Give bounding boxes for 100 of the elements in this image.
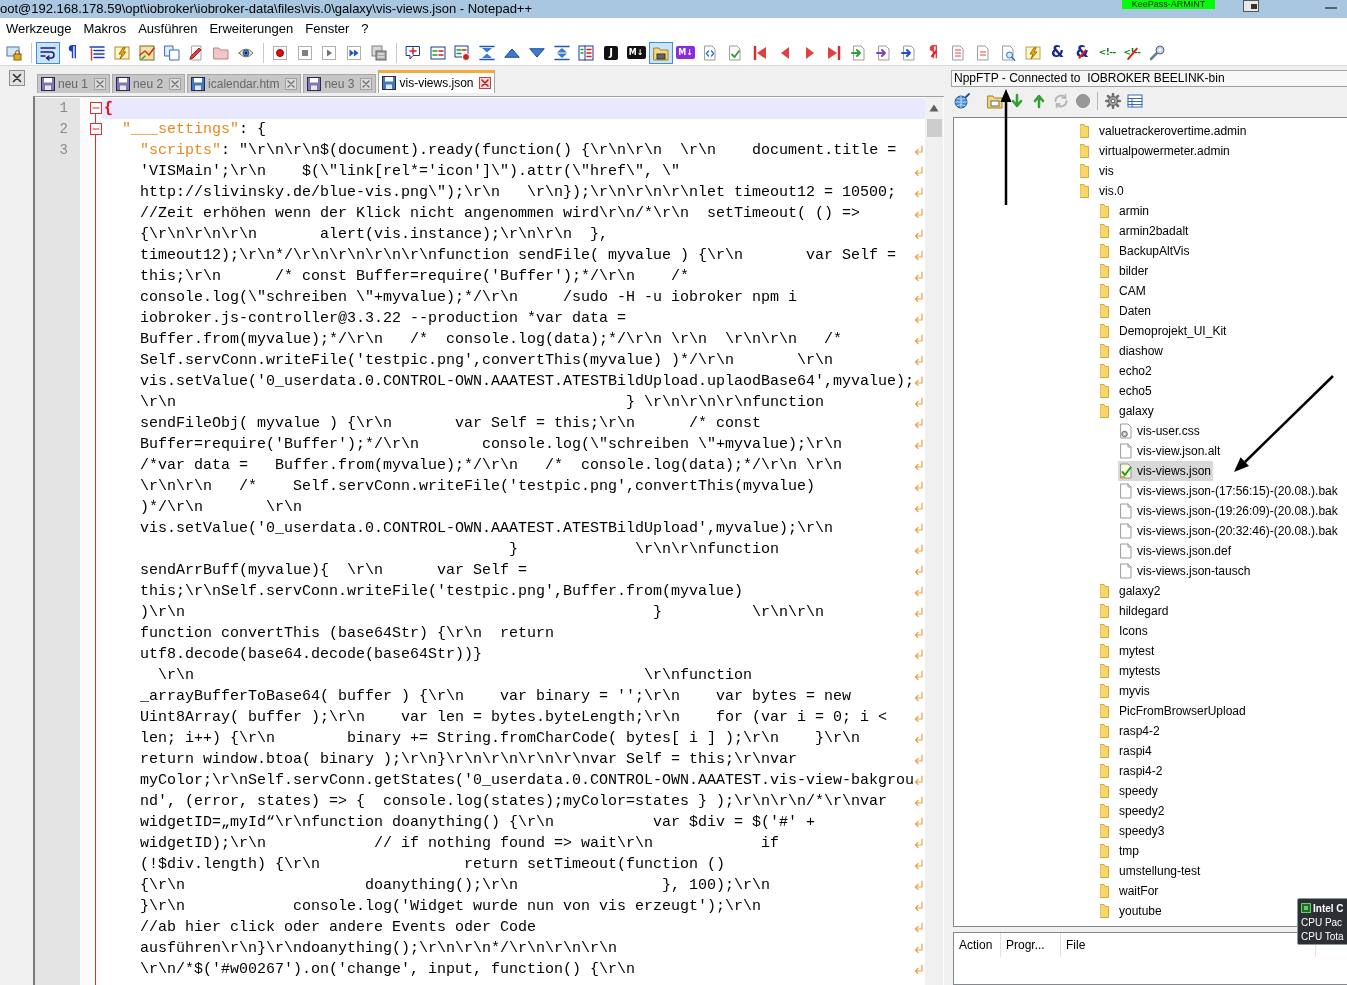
tree-item[interactable]: raspi4 bbox=[1098, 741, 1154, 761]
wrench-icon[interactable] bbox=[1148, 44, 1165, 61]
checked-document-icon[interactable] bbox=[727, 44, 744, 61]
close-icon[interactable] bbox=[9, 70, 25, 86]
play-icon[interactable] bbox=[321, 44, 338, 61]
toolbar-button[interactable]: J bbox=[604, 45, 619, 60]
indent-lines-icon[interactable] bbox=[89, 44, 106, 61]
arrow-document-icon[interactable] bbox=[876, 44, 892, 61]
pencil-document-icon[interactable] bbox=[188, 44, 205, 61]
arrow-document-icon[interactable] bbox=[900, 44, 917, 61]
toolbar-button[interactable]: & bbox=[1051, 45, 1065, 60]
tree-item[interactable]: virtualpowermeter.admin bbox=[1078, 141, 1232, 161]
tree-item[interactable]: CAM bbox=[1098, 281, 1148, 301]
panel-icon[interactable] bbox=[578, 44, 595, 61]
toolbar-button[interactable]: M↓ bbox=[626, 46, 646, 59]
skip-back-icon[interactable] bbox=[752, 44, 768, 61]
tree-item[interactable]: vis-views.json-(17:56:15)-(20.08.).bak bbox=[1118, 481, 1340, 501]
menu-item[interactable]: Makros bbox=[77, 19, 133, 39]
vertical-scrollbar[interactable] bbox=[925, 97, 943, 985]
tree-item[interactable]: echo5 bbox=[1098, 381, 1154, 401]
globe-icon[interactable] bbox=[954, 93, 970, 109]
skip-forward-icon[interactable] bbox=[826, 44, 843, 61]
tree-item[interactable]: Daten bbox=[1098, 301, 1154, 321]
lightning-window-icon[interactable] bbox=[1024, 44, 1041, 61]
tree-item[interactable]: vis-views.json bbox=[1118, 461, 1213, 481]
window-icon[interactable] bbox=[1243, 0, 1259, 12]
scrollbar-thumb[interactable] bbox=[926, 119, 942, 137]
tree-item[interactable]: vis-views.json-(20:32:46)-(20.08.).bak bbox=[1118, 521, 1340, 541]
tree-item[interactable]: diashow bbox=[1098, 341, 1166, 361]
tree-item[interactable]: hildegard bbox=[1098, 601, 1171, 621]
tree-item[interactable]: rasp4-2 bbox=[1098, 721, 1162, 741]
columns-remove-icon[interactable] bbox=[454, 44, 471, 61]
tree-item[interactable]: tmp bbox=[1098, 841, 1141, 861]
tree-item[interactable]: vis.0 bbox=[1078, 181, 1126, 201]
tree-item[interactable]: speedy2 bbox=[1098, 801, 1167, 821]
tree-item[interactable]: vis-user.css bbox=[1118, 421, 1202, 441]
toolbar-button[interactable]: M↓ bbox=[676, 46, 696, 59]
tree-item[interactable]: mytest bbox=[1098, 641, 1157, 661]
menu-item[interactable]: Erweiterungen bbox=[203, 19, 300, 39]
code-line: Self.servConn.writeFile('testpic.png',convertThis(myvalue) )*/\r\n \r\n bbox=[140, 351, 834, 371]
tree-item[interactable]: galaxy bbox=[1098, 401, 1156, 421]
column-header[interactable]: Progr... bbox=[1001, 933, 1061, 957]
stacked-windows-icon[interactable] bbox=[371, 44, 388, 61]
column-header[interactable]: Action bbox=[954, 933, 1001, 957]
arrow-up-icon[interactable] bbox=[1031, 93, 1047, 109]
tree-item[interactable]: armin2badalt bbox=[1098, 221, 1191, 241]
close-icon[interactable] bbox=[479, 77, 492, 89]
expand-icon[interactable] bbox=[553, 44, 570, 61]
tree-item[interactable]: vis bbox=[1078, 161, 1116, 181]
tree-item[interactable]: PicFromBrowserUpload bbox=[1098, 701, 1248, 721]
record-icon[interactable] bbox=[271, 44, 288, 61]
menu-item[interactable]: Fenster bbox=[299, 19, 356, 39]
tree-item[interactable]: umstellung-test bbox=[1098, 861, 1203, 881]
arrow-document-icon[interactable] bbox=[851, 44, 868, 61]
tree-item[interactable]: Demoprojekt_UI_Kit bbox=[1098, 321, 1229, 341]
stop-icon[interactable] bbox=[296, 44, 313, 61]
arrow-down-icon[interactable] bbox=[1009, 93, 1025, 109]
tab[interactable]: neu 2 bbox=[112, 74, 186, 93]
tree-item[interactable]: echo2 bbox=[1098, 361, 1154, 381]
columns-icon[interactable] bbox=[429, 44, 446, 61]
menu-item[interactable]: ? bbox=[355, 19, 375, 39]
tree-item[interactable]: valuetrackerovertime.admin bbox=[1078, 121, 1249, 141]
tree-item[interactable]: vis-views.json.def bbox=[1118, 541, 1234, 561]
triangle-up-icon[interactable] bbox=[929, 104, 939, 112]
tree-item[interactable]: speedy3 bbox=[1098, 821, 1167, 841]
lock-window-icon[interactable] bbox=[5, 44, 22, 61]
folder-icon[interactable] bbox=[987, 93, 1003, 109]
fold-minus-icon[interactable] bbox=[90, 123, 102, 135]
tree-item[interactable]: vis-view.json.alt bbox=[1118, 441, 1223, 461]
tab[interactable]: neu 3 bbox=[303, 74, 377, 93]
tree-item[interactable]: speedy bbox=[1098, 781, 1160, 801]
menu-item[interactable]: Ausführen bbox=[132, 19, 204, 39]
lightning-window-icon[interactable] bbox=[114, 44, 131, 61]
tree-item[interactable]: vis-views.json-tausch bbox=[1118, 561, 1253, 581]
code-document-icon[interactable] bbox=[702, 44, 719, 61]
fast-forward-icon[interactable] bbox=[346, 44, 363, 61]
documents-icon[interactable] bbox=[163, 44, 180, 61]
settings-icon[interactable] bbox=[1105, 93, 1121, 109]
toolbar-button[interactable]: ¶ bbox=[67, 45, 78, 60]
table-icon[interactable] bbox=[1127, 93, 1143, 109]
tree-item[interactable]: BackupAltVis bbox=[1098, 241, 1192, 261]
tree-item[interactable]: armin bbox=[1098, 201, 1151, 221]
map-icon[interactable] bbox=[138, 44, 155, 61]
toolbar-button[interactable]: <!-- bbox=[1098, 48, 1116, 57]
tree-item[interactable]: vis-views.json-(19:26:09)-(20.08.).bak bbox=[1118, 501, 1340, 521]
tree-item[interactable]: Icons bbox=[1098, 621, 1150, 641]
tree-item[interactable]: myvis bbox=[1098, 681, 1152, 701]
fold-minus-icon[interactable] bbox=[90, 102, 102, 114]
collapse-icon[interactable] bbox=[479, 44, 496, 61]
tree-item[interactable]: mytests bbox=[1098, 661, 1163, 681]
tree-item[interactable]: raspi4-2 bbox=[1098, 761, 1165, 781]
tree-item[interactable]: youtube bbox=[1098, 901, 1164, 921]
tab[interactable]: vis-views.json bbox=[378, 70, 496, 93]
document-search-icon[interactable] bbox=[999, 44, 1016, 61]
tree-item[interactable]: bilder bbox=[1098, 261, 1151, 281]
speech-bubble-icon[interactable] bbox=[404, 44, 421, 61]
menu-item[interactable]: Werkzeuge bbox=[0, 19, 78, 39]
folder-icon bbox=[1100, 224, 1109, 238]
tree-item[interactable]: waitFor bbox=[1098, 881, 1161, 901]
tree-item[interactable]: galaxy2 bbox=[1098, 581, 1163, 601]
